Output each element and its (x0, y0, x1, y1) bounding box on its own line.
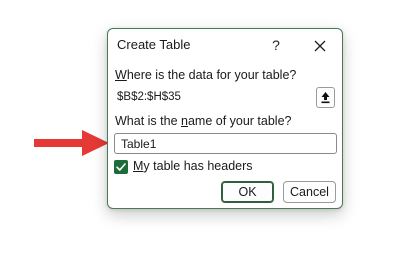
cancel-button[interactable]: Cancel (283, 181, 336, 203)
close-button[interactable] (309, 35, 331, 57)
help-button[interactable]: ? (267, 35, 285, 55)
headers-label-accel: M (133, 159, 144, 173)
table-name-label-text-start: What is the (115, 114, 181, 128)
create-table-dialog: Create Table ? Where is the data for you… (107, 28, 343, 209)
close-icon (314, 40, 326, 52)
red-arrow-icon (34, 130, 109, 156)
table-name-label: What is the name of your table? (115, 114, 292, 128)
range-label-text: here is the data for your table? (126, 68, 297, 82)
table-name-label-accel: n (181, 114, 188, 128)
headers-label-text: y table has headers (143, 159, 253, 173)
dialog-title: Create Table (117, 37, 191, 52)
upload-arrow-icon (321, 92, 330, 104)
ok-button[interactable]: OK (221, 181, 274, 203)
range-label-accel: W (115, 68, 127, 82)
dialog-titlebar: Create Table ? (108, 29, 342, 61)
headers-checkbox-label[interactable]: My table has headers (133, 159, 253, 173)
range-label: Where is the data for your table? (115, 68, 296, 82)
collapse-dialog-button[interactable] (316, 87, 335, 108)
checkmark-icon (116, 163, 126, 171)
screen: Create Table ? Where is the data for you… (0, 0, 397, 263)
headers-checkbox[interactable] (114, 160, 128, 174)
range-value[interactable]: $B$2:$H$35 (117, 91, 181, 103)
table-name-input[interactable] (114, 133, 337, 154)
table-name-label-text-end: ame of your table? (187, 114, 292, 128)
